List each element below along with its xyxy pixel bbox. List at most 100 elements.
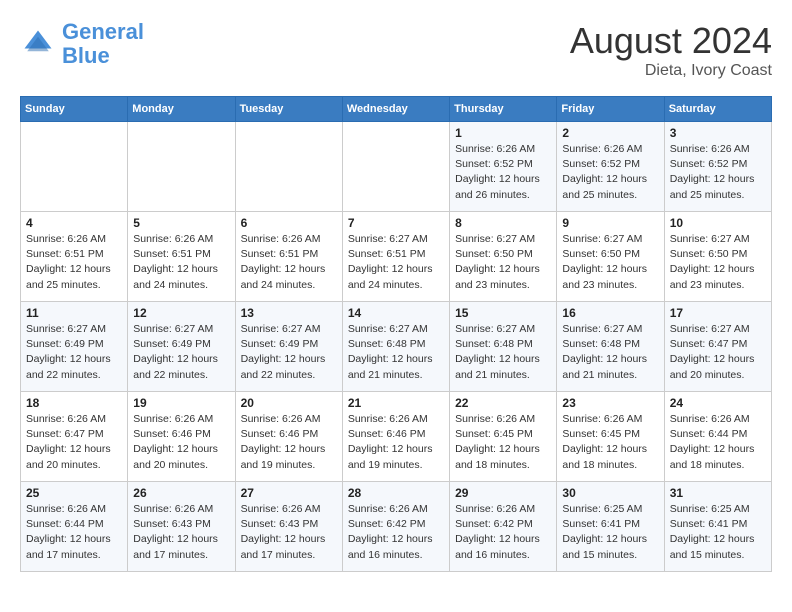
day-info: Sunrise: 6:26 AM Sunset: 6:45 PM Dayligh… [562,412,658,473]
logo: General Blue [20,20,144,68]
calendar-cell-4-5: 30 Sunrise: 6:25 AM Sunset: 6:41 PM Dayli… [557,482,664,572]
col-wednesday: Wednesday [342,97,449,122]
day-info: Sunrise: 6:26 AM Sunset: 6:52 PM Dayligh… [562,142,658,203]
col-thursday: Thursday [450,97,557,122]
day-info: Sunrise: 6:26 AM Sunset: 6:42 PM Dayligh… [455,502,551,563]
calendar-cell-0-5: 2 Sunrise: 6:26 AM Sunset: 6:52 PM Daylig… [557,122,664,212]
calendar-cell-2-5: 16 Sunrise: 6:27 AM Sunset: 6:48 PM Dayli… [557,302,664,392]
day-info: Sunrise: 6:27 AM Sunset: 6:50 PM Dayligh… [562,232,658,293]
week-row-3: 11Sunrise: 6:27 AM Sunset: 6:49 PM Dayli… [21,302,772,392]
week-row-4: 18Sunrise: 6:26 AM Sunset: 6:47 PM Dayli… [21,392,772,482]
day-info: Sunrise: 6:27 AM Sunset: 6:50 PM Dayligh… [670,232,766,293]
day-number: 16 [562,306,658,320]
day-info: Sunrise: 6:27 AM Sunset: 6:51 PM Dayligh… [348,232,444,293]
day-number: 21 [348,396,444,410]
day-number: 17 [670,306,766,320]
calendar-cell-0-3 [342,122,449,212]
day-info: Sunrise: 6:27 AM Sunset: 6:49 PM Dayligh… [26,322,122,383]
calendar-cell-1-2: 6Sunrise: 6:26 AM Sunset: 6:51 PM Daylig… [235,212,342,302]
calendar-cell-0-0 [21,122,128,212]
calendar-cell-0-2 [235,122,342,212]
day-info: Sunrise: 6:25 AM Sunset: 6:41 PM Dayligh… [562,502,658,563]
calendar-cell-4-3: 28Sunrise: 6:26 AM Sunset: 6:42 PM Dayli… [342,482,449,572]
logo-line1: General [62,19,144,44]
calendar-cell-1-0: 4Sunrise: 6:26 AM Sunset: 6:51 PM Daylig… [21,212,128,302]
calendar-cell-2-4: 15 Sunrise: 6:27 AM Sunset: 6:48 PM Dayli… [450,302,557,392]
day-number: 28 [348,486,444,500]
calendar-cell-3-1: 19 Sunrise: 6:26 AM Sunset: 6:46 PM Dayli… [128,392,235,482]
day-info: Sunrise: 6:27 AM Sunset: 6:47 PM Dayligh… [670,322,766,383]
calendar-cell-2-1: 12 Sunrise: 6:27 AM Sunset: 6:49 PM Dayli… [128,302,235,392]
calendar-cell-4-2: 27 Sunrise: 6:26 AM Sunset: 6:43 PM Dayli… [235,482,342,572]
day-info: Sunrise: 6:26 AM Sunset: 6:46 PM Dayligh… [348,412,444,473]
day-number: 13 [241,306,337,320]
day-number: 1 [455,126,551,140]
day-info: Sunrise: 6:26 AM Sunset: 6:51 PM Dayligh… [241,232,337,293]
calendar-cell-0-1 [128,122,235,212]
calendar-cell-1-3: 7 Sunrise: 6:27 AM Sunset: 6:51 PM Daylig… [342,212,449,302]
calendar-cell-4-6: 31 Sunrise: 6:25 AM Sunset: 6:41 PM Dayli… [664,482,771,572]
calendar-cell-4-1: 26 Sunrise: 6:26 AM Sunset: 6:43 PM Dayli… [128,482,235,572]
day-number: 23 [562,396,658,410]
calendar: Sunday Monday Tuesday Wednesday Thursday… [20,96,772,572]
day-number: 29 [455,486,551,500]
day-number: 3 [670,126,766,140]
calendar-cell-3-0: 18Sunrise: 6:26 AM Sunset: 6:47 PM Dayli… [21,392,128,482]
day-number: 31 [670,486,766,500]
location: Dieta, Ivory Coast [570,62,772,80]
calendar-cell-3-2: 20Sunrise: 6:26 AM Sunset: 6:46 PM Dayli… [235,392,342,482]
day-info: Sunrise: 6:26 AM Sunset: 6:43 PM Dayligh… [241,502,337,563]
calendar-cell-3-3: 21 Sunrise: 6:26 AM Sunset: 6:46 PM Dayli… [342,392,449,482]
col-friday: Friday [557,97,664,122]
day-number: 19 [133,396,229,410]
day-info: Sunrise: 6:26 AM Sunset: 6:45 PM Dayligh… [455,412,551,473]
calendar-cell-1-6: 10 Sunrise: 6:27 AM Sunset: 6:50 PM Dayli… [664,212,771,302]
day-number: 2 [562,126,658,140]
calendar-cell-3-4: 22 Sunrise: 6:26 AM Sunset: 6:45 PM Dayli… [450,392,557,482]
day-number: 30 [562,486,658,500]
day-number: 4 [26,216,122,230]
day-number: 7 [348,216,444,230]
day-number: 25 [26,486,122,500]
calendar-body: 1 Sunrise: 6:26 AM Sunset: 6:52 PM Daylig… [21,122,772,572]
calendar-cell-1-4: 8 Sunrise: 6:27 AM Sunset: 6:50 PM Daylig… [450,212,557,302]
logo-text: General Blue [62,20,144,68]
calendar-cell-2-6: 17 Sunrise: 6:27 AM Sunset: 6:47 PM Dayli… [664,302,771,392]
day-number: 15 [455,306,551,320]
day-info: Sunrise: 6:27 AM Sunset: 6:48 PM Dayligh… [348,322,444,383]
calendar-header-row: Sunday Monday Tuesday Wednesday Thursday… [21,97,772,122]
calendar-cell-2-2: 13 Sunrise: 6:27 AM Sunset: 6:49 PM Dayli… [235,302,342,392]
day-info: Sunrise: 6:26 AM Sunset: 6:43 PM Dayligh… [133,502,229,563]
day-info: Sunrise: 6:26 AM Sunset: 6:46 PM Dayligh… [241,412,337,473]
day-info: Sunrise: 6:25 AM Sunset: 6:41 PM Dayligh… [670,502,766,563]
day-info: Sunrise: 6:27 AM Sunset: 6:49 PM Dayligh… [133,322,229,383]
day-info: Sunrise: 6:27 AM Sunset: 6:48 PM Dayligh… [455,322,551,383]
col-saturday: Saturday [664,97,771,122]
day-number: 8 [455,216,551,230]
day-number: 18 [26,396,122,410]
day-info: Sunrise: 6:26 AM Sunset: 6:44 PM Dayligh… [670,412,766,473]
day-info: Sunrise: 6:27 AM Sunset: 6:50 PM Dayligh… [455,232,551,293]
day-number: 26 [133,486,229,500]
day-number: 27 [241,486,337,500]
col-monday: Monday [128,97,235,122]
calendar-cell-4-4: 29 Sunrise: 6:26 AM Sunset: 6:42 PM Dayli… [450,482,557,572]
title-area: August 2024 Dieta, Ivory Coast [570,20,772,80]
col-sunday: Sunday [21,97,128,122]
day-info: Sunrise: 6:26 AM Sunset: 6:52 PM Dayligh… [455,142,551,203]
day-number: 10 [670,216,766,230]
day-number: 12 [133,306,229,320]
calendar-cell-3-6: 24 Sunrise: 6:26 AM Sunset: 6:44 PM Dayli… [664,392,771,482]
month-title: August 2024 [570,20,772,62]
logo-line2: Blue [62,43,110,68]
day-info: Sunrise: 6:27 AM Sunset: 6:49 PM Dayligh… [241,322,337,383]
day-info: Sunrise: 6:27 AM Sunset: 6:48 PM Dayligh… [562,322,658,383]
week-row-5: 25Sunrise: 6:26 AM Sunset: 6:44 PM Dayli… [21,482,772,572]
day-info: Sunrise: 6:26 AM Sunset: 6:46 PM Dayligh… [133,412,229,473]
day-number: 22 [455,396,551,410]
calendar-cell-1-5: 9Sunrise: 6:27 AM Sunset: 6:50 PM Daylig… [557,212,664,302]
day-number: 24 [670,396,766,410]
header: General Blue August 2024 Dieta, Ivory Co… [20,20,772,80]
week-row-2: 4 Sunrise: 6:26 AM Sunset: 6:51 PM Daylig… [21,212,772,302]
calendar-cell-4-0: 25Sunrise: 6:26 AM Sunset: 6:44 PM Dayli… [21,482,128,572]
